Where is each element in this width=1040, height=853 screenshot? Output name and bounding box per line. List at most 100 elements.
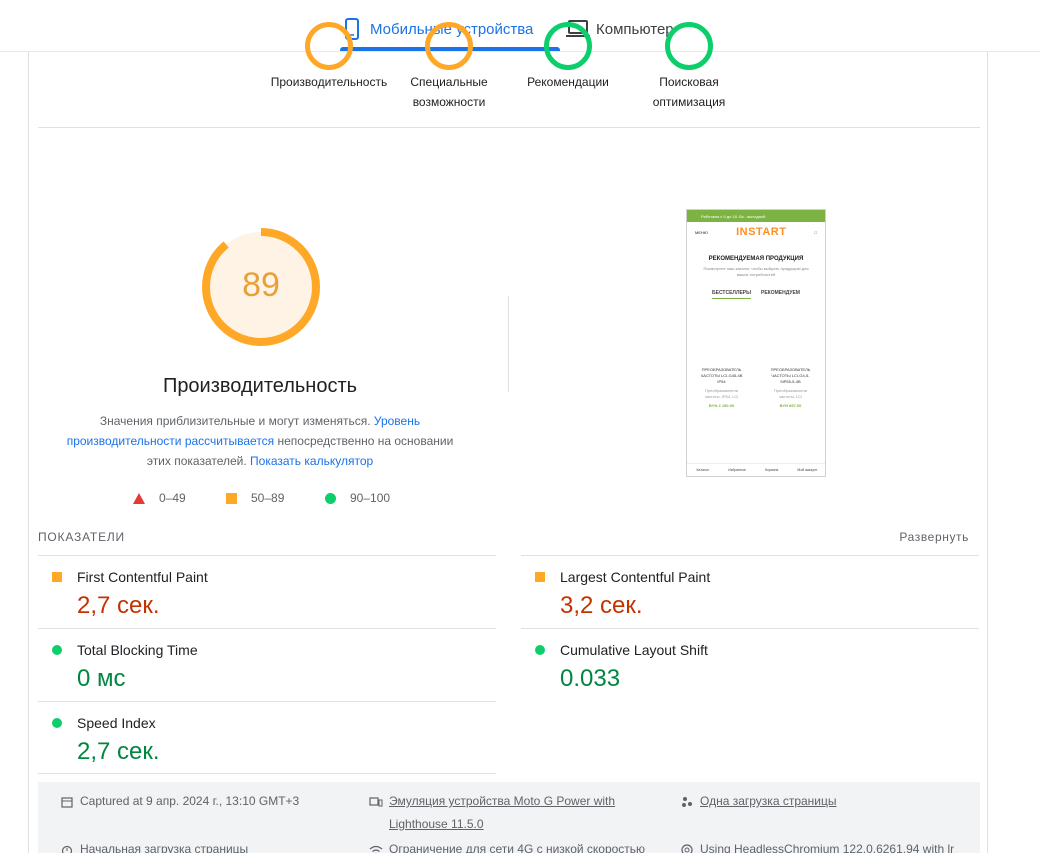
thumb-product-price: BYN 2 150.00 — [708, 403, 735, 408]
legend-range: 0–49 — [159, 491, 186, 505]
performance-description: Значения приблизительные и могут изменят… — [59, 411, 461, 471]
thumb-product-name: ПРЕОБРАЗОВАТЕЛЬ ЧАСТОТЫ LCI-G4-5-5IP55-5… — [770, 367, 811, 384]
desc-text: Значения приблизительные и могут изменят… — [99, 414, 374, 428]
circle-icon — [325, 492, 336, 504]
info-single-load: Одна загрузка страницы — [680, 790, 837, 813]
thumb-heading: РЕКОМЕНДУЕМАЯ ПРОДУКЦИЯ — [708, 256, 804, 262]
calendar-icon — [60, 790, 74, 813]
square-icon — [226, 492, 237, 504]
thumb-nav-item: Избранное — [728, 468, 746, 472]
info-throttling: Ограничение для сети 4G с низкой скорост… — [369, 838, 645, 853]
category-label-best-practices[interactable]: Рекомендации — [508, 72, 628, 92]
legend-fail: 0–49 — [133, 490, 186, 506]
info-emulation: Эмуляция устройства Moto G Power with Li… — [369, 790, 615, 836]
tab-desktop-label: Компьютер — [596, 20, 674, 38]
thumb-product: ПРЕОБРАЗОВАТЕЛЬ ЧАСТОТЫ LCI-G4-5-5IP55-5… — [766, 367, 816, 409]
thumb-logo: INSTART — [736, 226, 787, 238]
metric-value: 2,7 сек. — [77, 592, 160, 619]
legend-range: 90–100 — [350, 491, 391, 505]
performance-score: 89 — [242, 266, 280, 304]
divider — [38, 127, 980, 128]
category-label-line: возможности — [412, 95, 486, 109]
thumb-header: МЕНЮ INSTART □ — [687, 222, 825, 242]
show-calculator-link[interactable]: Показать калькулятор — [250, 454, 373, 468]
circle-icon — [535, 645, 545, 655]
browser-version-link[interactable]: Using HeadlessChromium 122.0.6261.94 wit… — [700, 838, 954, 853]
category-gauges: Производительность Специальные возможнос… — [29, 22, 989, 127]
thumb-footer-nav: Каталог Избранное Корзина Мой аккаунт — [687, 463, 825, 472]
thumb-tab: БЕСТСЕЛЛЕРЫ — [712, 290, 752, 299]
legend-pass: 90–100 — [325, 490, 390, 506]
single-load-link[interactable]: Одна загрузка страницы — [700, 790, 837, 813]
legend-average: 50–89 — [226, 490, 284, 506]
report-card: Производительность Специальные возможнос… — [28, 22, 989, 853]
metric-fcp[interactable]: First Contentful Paint 2,7 сек. — [38, 555, 496, 628]
category-label-line: Рекомендации — [527, 75, 609, 89]
thumb-product-name: ПРЕОБРАЗОВАТЕЛЬ ЧАСТОТЫ LCI-G45-4B IP54 — [700, 367, 743, 384]
performance-title: Производительность — [162, 375, 358, 397]
runtime-info-panel: Captured at 9 апр. 2024 г., 13:10 GMT+3 … — [38, 782, 980, 853]
metric-cls[interactable]: Cumulative Layout Shift 0.033 — [521, 628, 979, 701]
thumb-nav-item: Мой аккаунт — [797, 468, 818, 472]
metric-name: Cumulative Layout Shift — [560, 642, 708, 658]
wifi-icon — [369, 838, 383, 853]
metric-value: 3,2 сек. — [560, 592, 643, 619]
category-gauge-performance[interactable] — [305, 22, 353, 70]
thumb-products: ПРЕОБРАЗОВАТЕЛЬ ЧАСТОТЫ LCI-G45-4B IP54 … — [687, 367, 825, 409]
category-label-seo[interactable]: Поисковая оптимизация — [629, 72, 749, 112]
vertical-divider — [508, 296, 509, 392]
category-label-line: Специальные — [410, 75, 488, 89]
timer-icon — [60, 838, 74, 853]
category-gauge-accessibility[interactable] — [425, 22, 473, 70]
metric-name: Total Blocking Time — [77, 642, 198, 658]
category-label-performance[interactable]: Производительность — [259, 72, 399, 92]
thumb-nav-item: Корзина — [765, 468, 779, 472]
thumb-product: ПРЕОБРАЗОВАТЕЛЬ ЧАСТОТЫ LCI-G45-4B IP54 … — [697, 367, 747, 409]
device-tabs: Мобильные устройства Компьютер — [0, 0, 1040, 52]
circle-icon — [52, 718, 62, 728]
metric-value: 0 мс — [77, 665, 126, 692]
throttling-link[interactable]: Ограничение для сети 4G с низкой скорост… — [389, 838, 645, 853]
metric-name: First Contentful Paint — [77, 569, 208, 585]
square-icon — [535, 572, 545, 582]
chrome-icon — [680, 838, 694, 853]
metric-value: 0.033 — [560, 665, 621, 692]
lighthouse-version-link[interactable]: Lighthouse 11.5.0 — [389, 817, 484, 831]
metric-value: 2,7 сек. — [77, 738, 160, 765]
metrics-heading: ПОКАЗАТЕЛИ — [38, 530, 125, 544]
info-initial-load: Начальная загрузка страницы — [60, 838, 248, 853]
category-label-line: оптимизация — [652, 95, 726, 109]
metric-lcp[interactable]: Largest Contentful Paint 3,2 сек. — [521, 555, 979, 628]
thumb-subheading: Посмотрите наш каталог, чтобы выбрать пр… — [703, 266, 809, 277]
thumb-tabs: БЕСТСЕЛЛЕРЫ РЕКОМЕНДУЕМ — [687, 290, 825, 299]
triangle-icon — [133, 492, 145, 504]
category-gauge-seo[interactable] — [665, 22, 713, 70]
thumb-nav-item: Каталог — [696, 468, 710, 472]
thumb-menu: МЕНЮ — [695, 229, 708, 235]
info-browser: Using HeadlessChromium 122.0.6261.94 wit… — [680, 838, 954, 853]
emulation-link[interactable]: Эмуляция устройства Moto G Power with — [389, 794, 615, 808]
info-text: Captured at 9 апр. 2024 г., 13:10 GMT+3 — [80, 794, 300, 808]
category-label-line: Поисковая — [659, 75, 719, 89]
info-text-block: Эмуляция устройства Moto G Power with Li… — [389, 790, 615, 836]
expand-metrics-button[interactable]: Развернуть — [899, 530, 969, 544]
circle-icon — [52, 645, 62, 655]
thumb-product-sub: Преобразователи частоты, IP54, LCI — [704, 388, 739, 399]
thumb-tab: РЕКОМЕНДУЕМ — [761, 290, 800, 296]
metric-tbt[interactable]: Total Blocking Time 0 мс — [38, 628, 496, 701]
metric-si[interactable]: Speed Index 2,7 сек. — [38, 701, 496, 774]
cart-icon: □ — [814, 229, 817, 235]
dots-icon — [680, 790, 694, 813]
thumb-product-sub: Преобразователи частоты, LCI — [774, 388, 807, 399]
info-captured: Captured at 9 апр. 2024 г., 13:10 GMT+3 — [60, 790, 299, 813]
devices-icon — [369, 790, 383, 813]
category-label-accessibility[interactable]: Специальные возможности — [389, 72, 509, 112]
square-icon — [52, 572, 62, 582]
thumb-topbar: Работаем с 9 до 18. Вс - выходной — [687, 210, 825, 222]
page-screenshot-thumbnail[interactable]: Работаем с 9 до 18. Вс - выходной МЕНЮ I… — [686, 209, 826, 477]
info-text: Начальная загрузка страницы — [80, 842, 249, 853]
thumb-product-price: BYN 897.00 — [779, 403, 802, 408]
category-gauge-best-practices[interactable] — [544, 22, 592, 70]
metric-name: Speed Index — [77, 715, 156, 731]
legend-range: 50–89 — [251, 491, 285, 505]
